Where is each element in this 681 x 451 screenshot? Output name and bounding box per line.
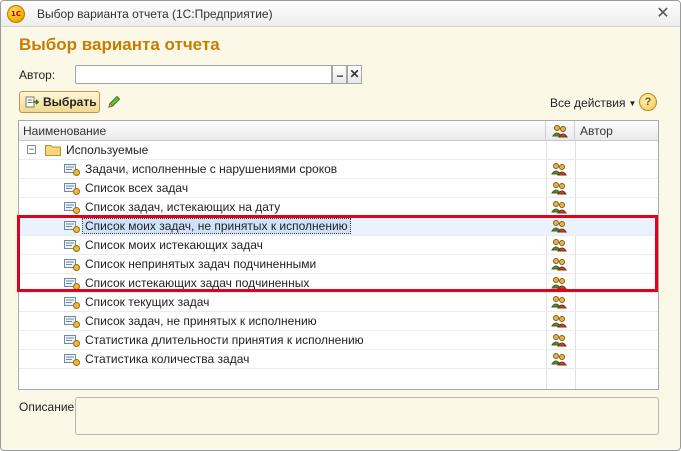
- collapse-icon[interactable]: −: [27, 145, 36, 154]
- users-icon: [551, 182, 567, 195]
- row-label: Список моих задач, не принятых к исполне…: [82, 217, 351, 235]
- report-variant-icon: [64, 259, 80, 271]
- column-header-users[interactable]: [546, 121, 575, 141]
- row-label: Список истекающих задач подчиненных: [85, 274, 309, 292]
- row-label: Список задач, не принятых к исполнению: [85, 312, 317, 330]
- row-label: Задачи, исполненные с нарушениями сроков: [85, 160, 337, 178]
- table-header: Наименование Автор: [19, 121, 658, 141]
- report-variant-icon: [64, 202, 80, 214]
- choose-icon: [25, 96, 39, 108]
- report-variant-icon: [64, 316, 80, 328]
- report-variant-icon: [64, 221, 80, 233]
- table-row[interactable]: Задачи, исполненные с нарушениями сроков: [19, 160, 658, 179]
- table-row[interactable]: Список моих задач, не принятых к исполне…: [19, 217, 658, 236]
- folder-icon: [45, 145, 61, 156]
- row-label-text: Список текущих задач: [85, 295, 210, 309]
- row-label-text: Список истекающих задач подчиненных: [85, 276, 310, 290]
- row-label-text: Список непринятых задач подчиненными: [85, 257, 317, 271]
- report-variant-window: 1С Выбор варианта отчета (1С:Предприятие…: [0, 0, 681, 451]
- author-clear-button[interactable]: ✕: [347, 65, 362, 84]
- users-icon: [551, 315, 567, 328]
- users-icon: [551, 201, 567, 214]
- all-actions-menu[interactable]: Все действия ▼: [550, 96, 636, 110]
- users-icon: [551, 258, 567, 271]
- author-field[interactable]: [75, 65, 332, 84]
- report-variant-icon: [64, 240, 80, 252]
- table-row[interactable]: Список истекающих задач подчиненных: [19, 274, 658, 293]
- window-title: Выбор варианта отчета (1С:Предприятие): [37, 7, 273, 21]
- author-label: Автор:: [19, 68, 56, 82]
- users-icon: [551, 353, 567, 366]
- users-icon: [551, 334, 567, 347]
- description-field[interactable]: [75, 397, 659, 435]
- 1c-logo-icon: 1С: [7, 5, 25, 23]
- title-bar: 1С Выбор варианта отчета (1С:Предприятие…: [1, 1, 680, 27]
- row-label-text: Статистика количества задач: [85, 352, 250, 366]
- column-header-author[interactable]: Автор: [575, 121, 658, 141]
- report-variant-icon: [64, 278, 80, 290]
- users-icon: [551, 277, 567, 290]
- row-label-text: Список моих истекающих задач: [85, 238, 263, 252]
- choose-button-label: Выбрать: [43, 95, 97, 109]
- column-header-name[interactable]: Наименование: [19, 121, 546, 141]
- report-variant-icon: [64, 335, 80, 347]
- report-variant-icon: [64, 297, 80, 309]
- choose-button[interactable]: Выбрать: [19, 91, 100, 113]
- report-variant-icon: [64, 164, 80, 176]
- users-icon: [551, 163, 567, 176]
- group-row-used[interactable]: − Используемые: [19, 141, 658, 160]
- row-label: Список непринятых задач подчиненными: [85, 255, 316, 273]
- users-icon: [551, 239, 567, 252]
- row-label: Список текущих задач: [85, 293, 209, 311]
- form-title: Выбор варианта отчета: [19, 35, 220, 54]
- author-select-button[interactable]: ...: [332, 65, 347, 84]
- users-icon: [551, 220, 567, 233]
- row-label-text: Список задач, не принятых к исполнению: [85, 314, 317, 328]
- report-variant-icon: [64, 354, 80, 366]
- row-label: Статистика длительности принятия к испол…: [85, 331, 364, 349]
- row-label-text: Статистика длительности принятия к испол…: [85, 333, 364, 347]
- table-row[interactable]: Статистика длительности принятия к испол…: [19, 331, 658, 350]
- row-label-text: Задачи, исполненные с нарушениями сроков: [85, 162, 338, 176]
- table-row[interactable]: Список непринятых задач подчиненными: [19, 255, 658, 274]
- chevron-down-icon: ▼: [628, 99, 637, 108]
- pencil-icon[interactable]: [106, 94, 122, 110]
- users-icon: [552, 125, 568, 138]
- close-icon[interactable]: ✕: [654, 5, 672, 23]
- table-row[interactable]: Список задач, не принятых к исполнению: [19, 312, 658, 331]
- row-label-text: Список всех задач: [85, 181, 189, 195]
- row-label-text: Список задач, истекающих на дату: [85, 200, 281, 214]
- table-row[interactable]: Статистика количества задач: [19, 350, 658, 369]
- table-body: − Используемые Задачи, исполненные с нар…: [19, 141, 658, 369]
- row-label: Список задач, истекающих на дату: [85, 198, 280, 216]
- all-actions-label: Все действия: [550, 96, 626, 110]
- description-label: Описание:: [19, 400, 78, 414]
- table-row[interactable]: Список текущих задач: [19, 293, 658, 312]
- row-label: Статистика количества задач: [85, 350, 249, 368]
- users-icon: [551, 296, 567, 309]
- table-row[interactable]: Список моих истекающих задач: [19, 236, 658, 255]
- row-label: Список моих истекающих задач: [85, 236, 263, 254]
- report-variant-icon: [64, 183, 80, 195]
- row-label-text: Список моих задач, не принятых к исполне…: [82, 218, 351, 234]
- variants-table: Наименование Автор − Используемые Задачи…: [18, 120, 659, 390]
- help-icon[interactable]: ?: [639, 93, 657, 111]
- row-label: Список всех задач: [85, 179, 188, 197]
- group-label: Используемые: [66, 143, 149, 157]
- table-row[interactable]: Список всех задач: [19, 179, 658, 198]
- table-row[interactable]: Список задач, истекающих на дату: [19, 198, 658, 217]
